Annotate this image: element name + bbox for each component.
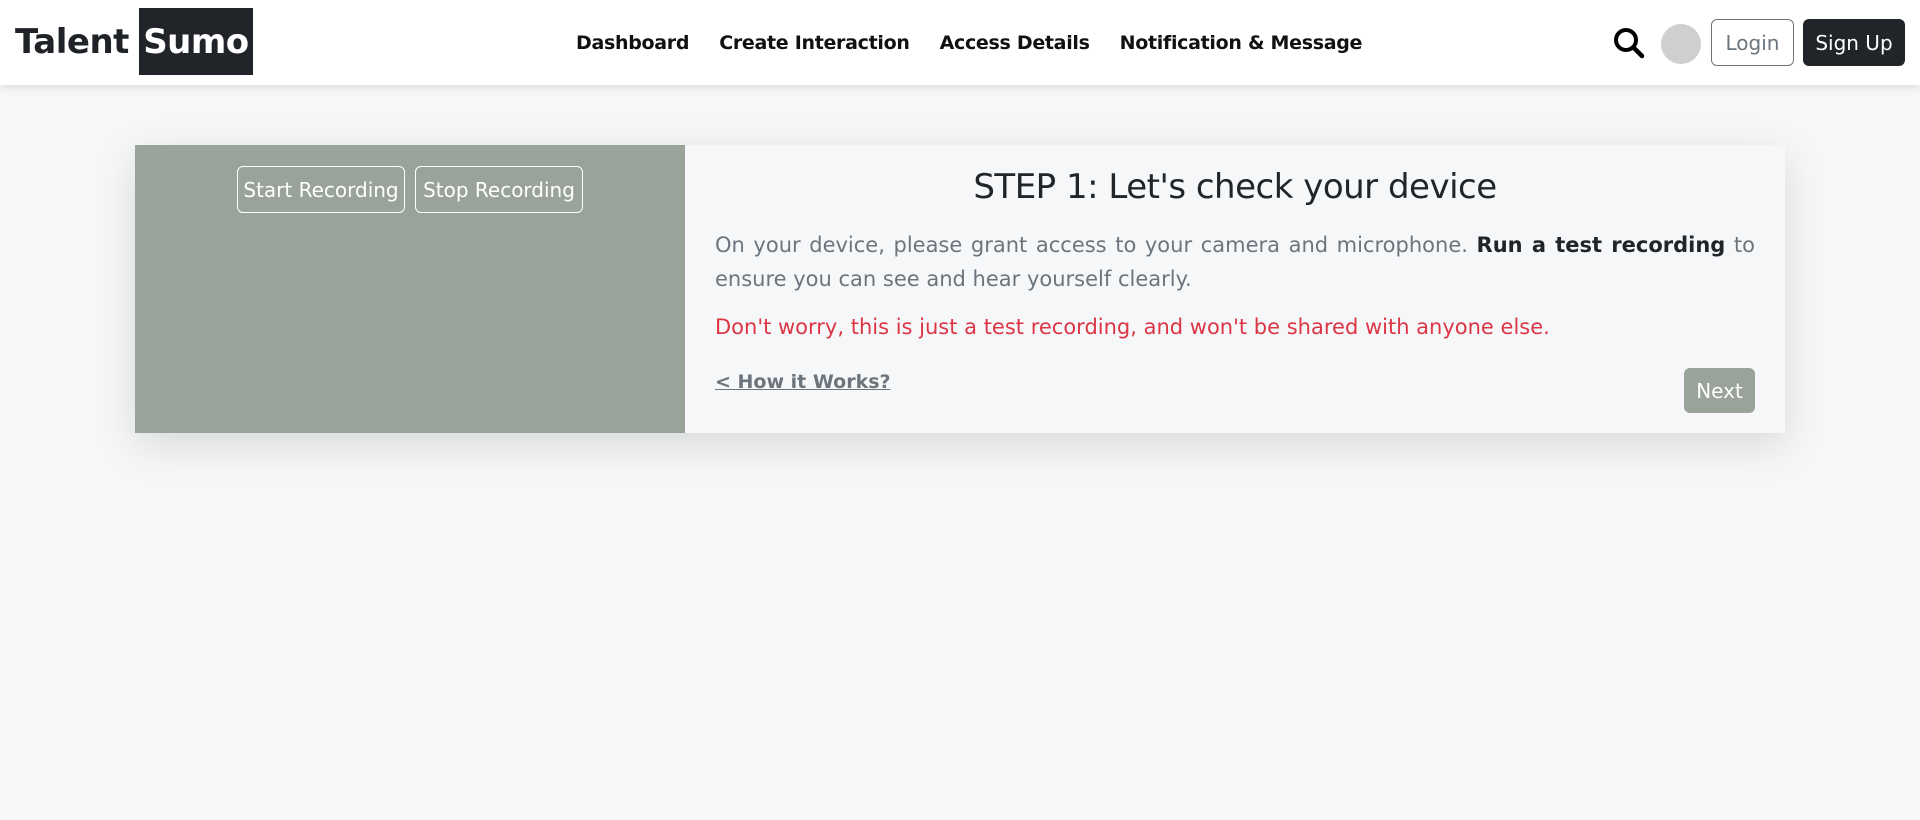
warning-text: Don't worry, this is just a test recordi…	[715, 315, 1550, 339]
search-icon[interactable]	[1613, 27, 1645, 59]
video-preview-panel: Start Recording Stop Recording	[135, 145, 685, 433]
desc-text-bold: Run a test recording	[1476, 233, 1726, 257]
top-navbar: Talent Sumo Dashboard Create Interaction…	[0, 0, 1920, 85]
nav-create-interaction[interactable]: Create Interaction	[719, 32, 910, 54]
signup-button[interactable]: Sign Up	[1803, 19, 1905, 66]
instructions-panel: STEP 1: Let's check your device On your …	[685, 145, 1785, 433]
nav-notification-message[interactable]: Notification & Message	[1120, 32, 1363, 54]
stop-recording-button[interactable]: Stop Recording	[415, 166, 583, 213]
device-check-card: Start Recording Stop Recording STEP 1: L…	[135, 145, 1785, 433]
brand-logo[interactable]: Talent Sumo	[15, 8, 253, 75]
desc-text-before: On your device, please grant access to y…	[715, 233, 1477, 257]
main-nav: Dashboard Create Interaction Access Deta…	[576, 0, 1392, 85]
nav-dashboard[interactable]: Dashboard	[576, 32, 689, 54]
avatar[interactable]	[1661, 24, 1701, 64]
start-recording-button[interactable]: Start Recording	[237, 166, 405, 213]
next-button[interactable]: Next	[1684, 368, 1755, 413]
step-title: STEP 1: Let's check your device	[973, 167, 1497, 207]
logo-text-sumo: Sumo	[138, 8, 253, 75]
how-it-works-link[interactable]: < How it Works?	[715, 371, 891, 393]
nav-access-details[interactable]: Access Details	[940, 32, 1090, 54]
step-description: On your device, please grant access to y…	[715, 228, 1755, 296]
login-button[interactable]: Login	[1711, 19, 1794, 66]
logo-text-talent: Talent	[15, 21, 129, 62]
